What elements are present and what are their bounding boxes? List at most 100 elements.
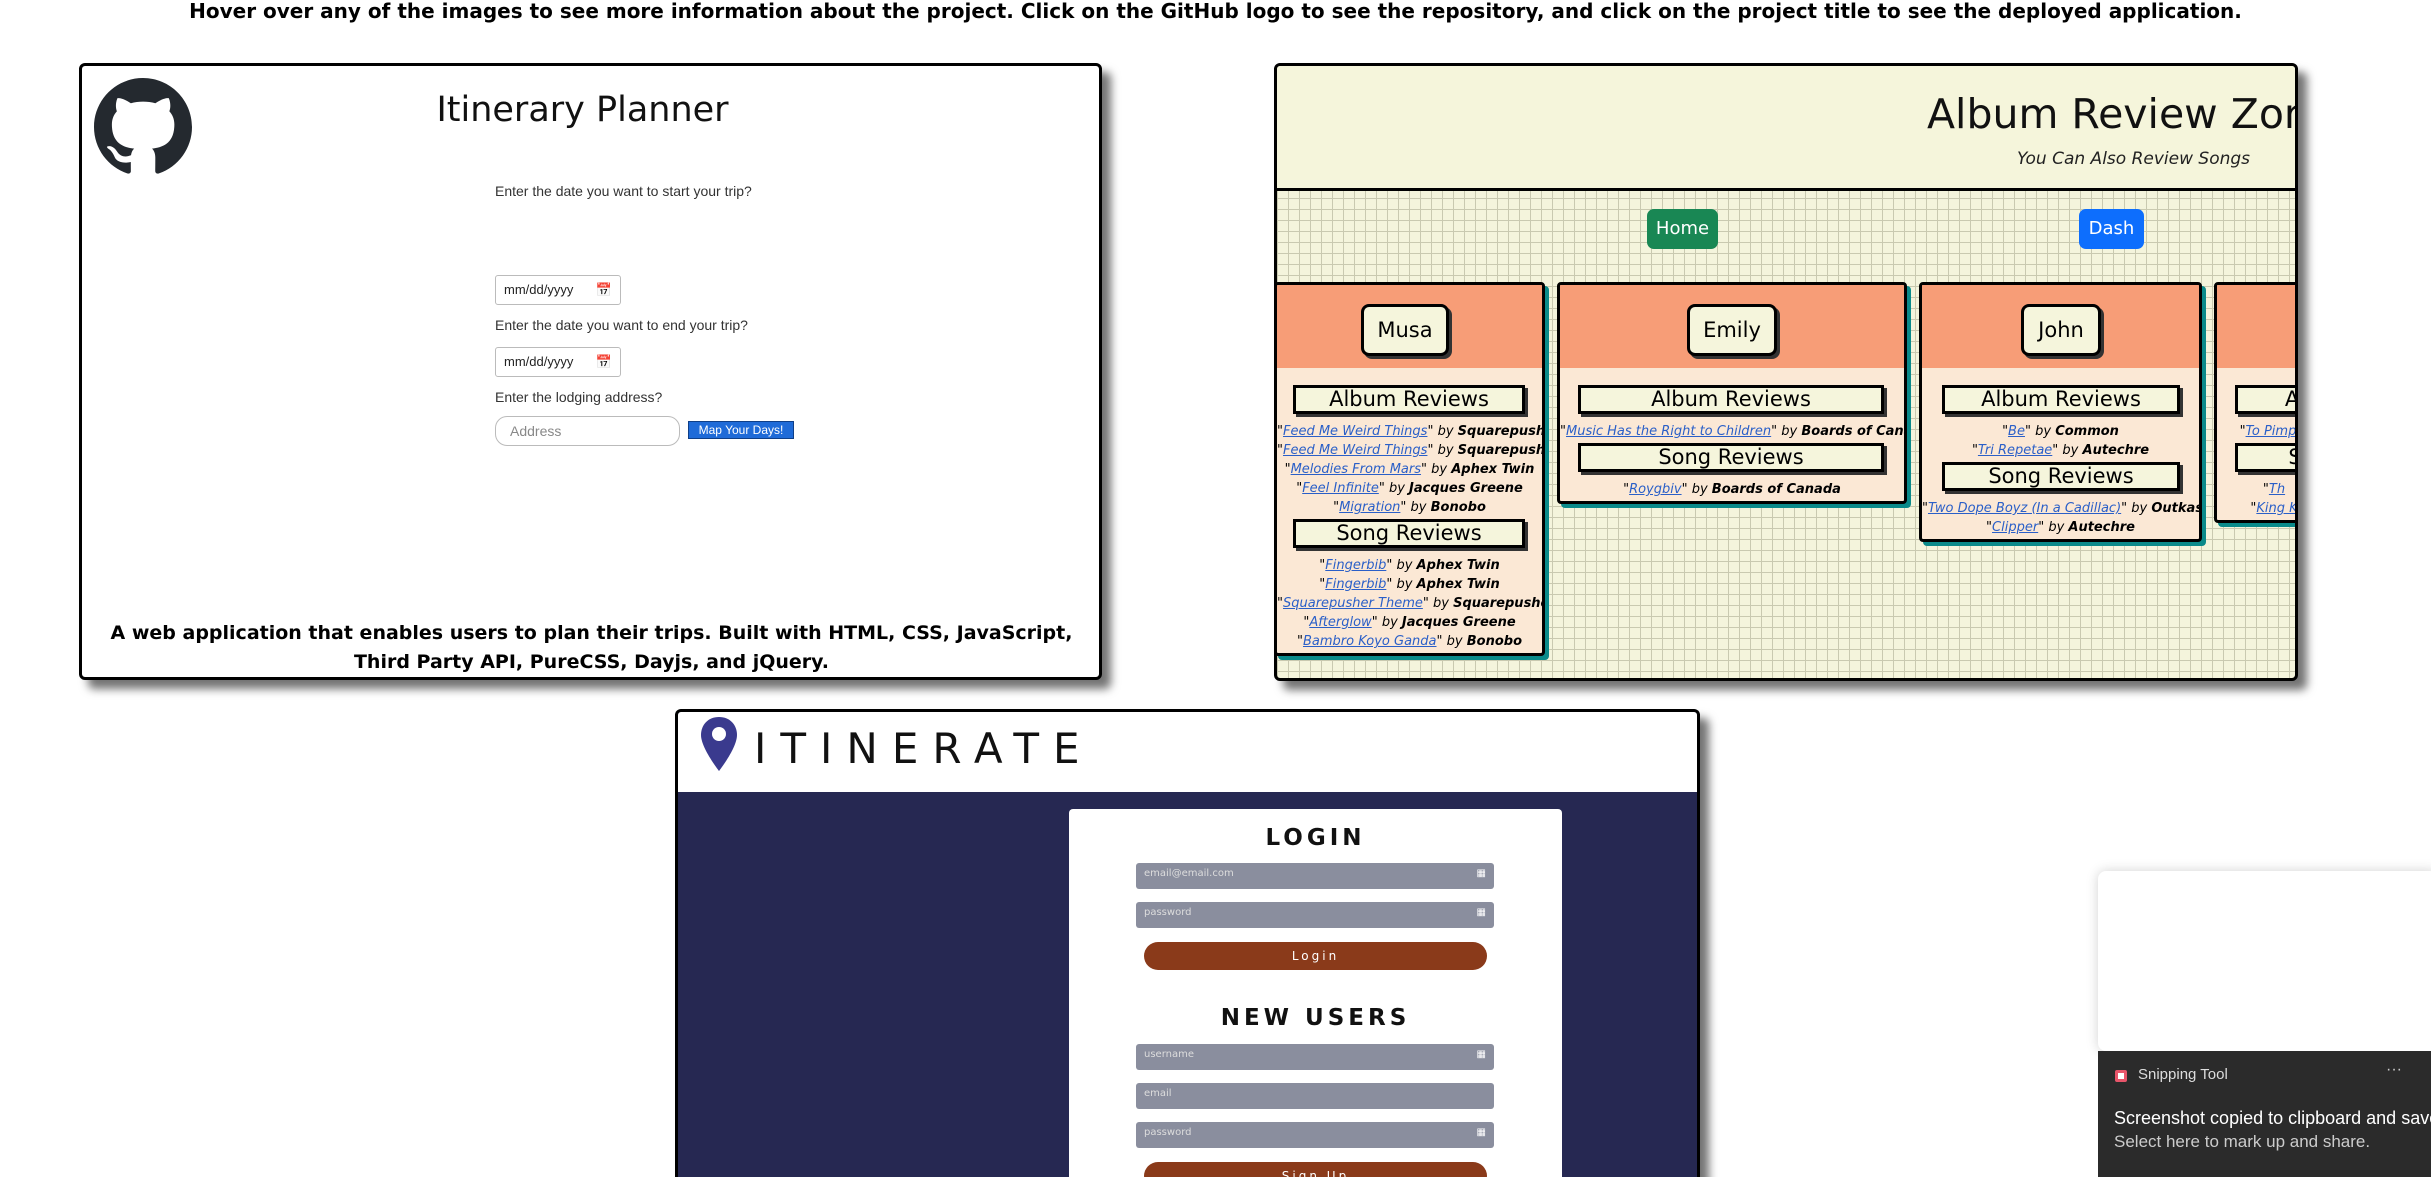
review-artist: Aphex Twin xyxy=(1451,462,1535,477)
signup-button[interactable]: Sign Up xyxy=(1144,1162,1487,1177)
email-field[interactable]: email@email.com ▦ xyxy=(1136,863,1494,889)
review-by: by xyxy=(1388,481,1405,496)
review-title-link[interactable]: Two Dope Boyz (In a Cadillac) xyxy=(1928,501,2121,516)
review-title-link[interactable]: Fingerbib xyxy=(1325,577,1386,592)
username-field[interactable]: username ▦ xyxy=(1136,1044,1494,1070)
signup-email-field[interactable]: email xyxy=(1136,1083,1494,1109)
address-input[interactable]: Address xyxy=(495,416,680,446)
review-by: by xyxy=(1437,443,1454,458)
review-item: "Tri Repetae" by Autechre xyxy=(1971,443,2150,458)
album-review-card[interactable]: Album Review Zone You Can Also Review So… xyxy=(1274,63,2298,681)
new-users-heading: NEW USERS xyxy=(1220,1005,1411,1031)
review-by: by xyxy=(1437,424,1454,439)
project-title[interactable]: Album Review Zone xyxy=(1927,90,2295,138)
review-artist: Autechre xyxy=(2068,520,2135,535)
review-title-link[interactable]: Tri Repetae xyxy=(1978,443,2052,458)
signup-password-field[interactable]: password ▦ xyxy=(1136,1122,1494,1148)
login-button[interactable]: Login xyxy=(1144,942,1487,970)
user-name[interactable]: Emily xyxy=(1687,304,1777,356)
review-by: by xyxy=(1446,634,1463,649)
lodging-question: Enter the lodging address? xyxy=(495,389,663,405)
password-field[interactable]: password ▦ xyxy=(1136,902,1494,928)
review-title-link[interactable]: Feed Me Weird Things xyxy=(1283,424,1427,439)
review-title-link[interactable]: Bambro Koyo Ganda xyxy=(1303,634,1437,649)
review-item: "Feed Me Weird Things" by Squarepusher xyxy=(1277,422,1542,441)
review-item: "Fingerbib" by Aphex Twin xyxy=(1319,558,1500,573)
end-date-input[interactable]: mm/dd/yyyy 📅 xyxy=(495,347,621,377)
review-item: "Bambro Koyo Ganda" by Bonobo xyxy=(1297,634,1522,649)
project-title[interactable]: Itinerary Planner xyxy=(82,90,1083,130)
review-title-link[interactable]: Afterglow xyxy=(1309,615,1371,630)
review-artist: Aphex Twin xyxy=(1416,558,1500,573)
user-name[interactable] xyxy=(2295,304,2298,356)
login-heading: LOGIN xyxy=(1265,825,1366,851)
user-column: Al "To Pimp a S "Th "King K xyxy=(2214,282,2298,523)
review-artist: Squarepusher xyxy=(1457,424,1545,439)
review-title-link[interactable]: Squarepusher Theme xyxy=(1283,596,1423,611)
review-by: by xyxy=(2035,424,2052,439)
review-title-link[interactable]: Roygbiv xyxy=(1629,482,1682,497)
review-title-link[interactable]: To Pimp a xyxy=(2246,424,2295,439)
review-artist: Outkast xyxy=(2151,501,2199,516)
review-item: "Migration" by Bonobo xyxy=(1333,500,1486,515)
review-title-link[interactable]: King K xyxy=(2256,501,2295,516)
dash-button[interactable]: Dash xyxy=(2079,209,2144,249)
app-subtitle: You Can Also Review Songs xyxy=(2017,149,2251,169)
toast-subtext: Select here to mark up and share. xyxy=(2114,1132,2371,1151)
song-reviews-label: Song Reviews xyxy=(1942,462,2180,491)
user-name[interactable]: Musa xyxy=(1361,304,1449,356)
review-artist: Bonobo xyxy=(1466,634,1522,649)
album-reviews-label: Al xyxy=(2235,385,2295,414)
user-column: Musa Album Reviews "Feed Me Weird Things" … xyxy=(1277,282,1545,656)
key-icon: ▦ xyxy=(1476,1127,1486,1138)
user-name[interactable]: John xyxy=(2021,304,2101,356)
review-title-link[interactable]: Th xyxy=(2269,482,2285,497)
review-artist: Common xyxy=(2055,424,2119,439)
intro-text: Hover over any of the images to see more… xyxy=(189,0,2242,23)
review-by: by xyxy=(1381,615,1398,630)
review-item: "Squarepusher Theme" by Squarepusher xyxy=(1277,594,1542,613)
review-artist: Jacques Greene xyxy=(1401,615,1516,630)
song-reviews-label: Song Reviews xyxy=(1578,443,1884,472)
signup-password-placeholder: password xyxy=(1144,1127,1192,1138)
review-by: by xyxy=(1781,424,1798,439)
app-header: ITINERATE xyxy=(678,712,1697,792)
review-title-link[interactable]: Clipper xyxy=(1992,520,2038,535)
review-title-link[interactable]: Feel Infinite xyxy=(1302,481,1379,496)
home-button[interactable]: Home xyxy=(1647,209,1718,249)
start-date-placeholder: mm/dd/yyyy xyxy=(504,282,574,297)
review-title-link[interactable]: Fingerbib xyxy=(1325,558,1386,573)
more-options-icon[interactable]: ··· xyxy=(2386,1061,2402,1079)
review-by: by xyxy=(1431,462,1448,477)
snipping-tool-notification[interactable]: Snipping Tool ··· Screenshot copied to c… xyxy=(2098,1051,2431,1177)
review-title-link[interactable]: Be xyxy=(2008,424,2025,439)
review-item: "Feel Infinite" by Jacques Greene xyxy=(1296,481,1523,496)
brand-logo[interactable]: ITINERATE xyxy=(754,724,1094,773)
review-title-link[interactable]: Melodies From Mars xyxy=(1291,462,1421,477)
end-date-question: Enter the date you want to end your trip… xyxy=(495,317,748,333)
review-artist: Jacques Greene xyxy=(1409,481,1523,496)
toast-message: Screenshot copied to clipboard and saved xyxy=(2114,1108,2431,1128)
end-date-placeholder: mm/dd/yyyy xyxy=(504,354,574,369)
map-your-days-button[interactable]: Map Your Days! xyxy=(688,421,794,439)
email-placeholder: email@email.com xyxy=(1144,868,1234,879)
review-item: "Roygbiv" by Boards of Canada xyxy=(1623,482,1841,497)
review-item: "Be" by Common xyxy=(2002,424,2119,439)
itinerate-card[interactable]: ITINERATE LOGIN email@email.com ▦ passwo… xyxy=(675,709,1700,1177)
user-header xyxy=(2217,285,2295,368)
review-by: by xyxy=(1396,577,1413,592)
toast-preview[interactable] xyxy=(2098,871,2431,1051)
review-title-link[interactable]: Music Has the Right to Children xyxy=(1566,424,1771,439)
user-column: Emily Album Reviews "Music Has the Right t… xyxy=(1557,282,1907,504)
start-date-input[interactable]: mm/dd/yyyy 📅 xyxy=(495,275,621,305)
calendar-icon[interactable]: 📅 xyxy=(596,282,612,298)
calendar-icon[interactable]: 📅 xyxy=(596,354,612,370)
review-title-link[interactable]: Feed Me Weird Things xyxy=(1283,443,1427,458)
review-by: by xyxy=(2048,520,2065,535)
itinerary-planner-card[interactable]: Itinerary Planner Enter the date you wan… xyxy=(79,63,1102,680)
review-title-link[interactable]: Migration xyxy=(1339,500,1400,515)
review-artist: Autechre xyxy=(2082,443,2150,458)
review-item: "Fingerbib" by Aphex Twin xyxy=(1319,577,1500,592)
song-reviews-label: S xyxy=(2235,443,2295,472)
app-preview: Enter the date you want to start your tr… xyxy=(495,183,855,471)
